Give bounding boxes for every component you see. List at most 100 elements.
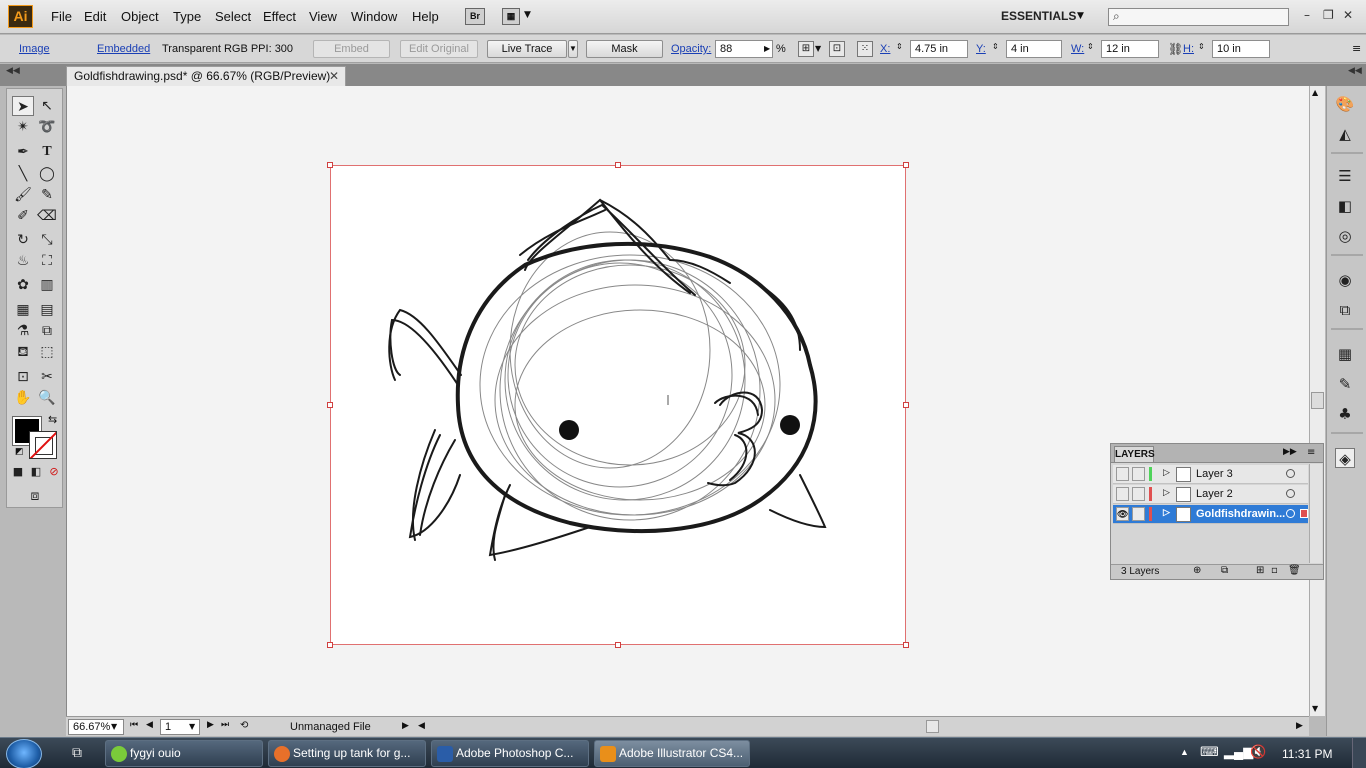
- eye-icon[interactable]: 👁: [1116, 507, 1129, 521]
- network-device-icon[interactable]: ⌨: [1200, 744, 1219, 760]
- layers-scrollbar[interactable]: [1309, 464, 1322, 563]
- h-label[interactable]: H:: [1183, 43, 1194, 55]
- graphic-styles-panel-icon[interactable]: ⧉: [1335, 300, 1355, 320]
- taskbar-item[interactable]: Adobe Photoshop C...: [431, 740, 589, 767]
- transparency-panel-icon[interactable]: ◎: [1335, 226, 1355, 246]
- warp-tool-icon[interactable]: ♨: [12, 251, 34, 271]
- start-button[interactable]: [6, 739, 42, 768]
- menu-window[interactable]: Window: [351, 9, 397, 24]
- delete-layer-icon[interactable]: 🗑: [1288, 565, 1301, 576]
- layers-menu-icon[interactable]: ≡: [1307, 447, 1315, 458]
- x-field[interactable]: 4.75 in: [910, 40, 968, 58]
- layer-row[interactable]: ▷ Layer 2: [1113, 485, 1308, 504]
- layer-name[interactable]: Layer 2: [1196, 488, 1233, 500]
- slice-tool-icon[interactable]: ✂: [36, 367, 58, 387]
- selection-tool-icon[interactable]: ➤: [12, 96, 34, 116]
- show-hidden-icons-icon[interactable]: ▲: [1180, 747, 1189, 757]
- menu-help[interactable]: Help: [412, 9, 439, 24]
- mask-button[interactable]: Mask: [586, 40, 663, 58]
- brushes-panel-icon[interactable]: ✎: [1335, 374, 1355, 394]
- signal-icon[interactable]: ▂▄▆: [1224, 744, 1253, 760]
- live-trace-button[interactable]: Live Trace: [487, 40, 567, 58]
- y-field[interactable]: 4 in: [1006, 40, 1062, 58]
- tools-collapse-icon[interactable]: ◀◀: [6, 66, 20, 76]
- previous-artboard-icon[interactable]: ◀: [146, 720, 153, 730]
- blend-tool-icon[interactable]: ⧉: [36, 321, 58, 341]
- volume-icon[interactable]: 🔇: [1250, 744, 1266, 760]
- stroke-panel-icon[interactable]: ☰: [1335, 166, 1355, 186]
- layers-panel-icon[interactable]: ◈: [1335, 448, 1355, 468]
- align-icon[interactable]: ⊡: [829, 41, 845, 57]
- lock-toggle[interactable]: [1132, 467, 1145, 481]
- bridge-button[interactable]: Br: [465, 8, 485, 25]
- pen-tool-icon[interactable]: ✒: [12, 142, 34, 162]
- vertical-scroll-thumb[interactable]: [1311, 392, 1324, 409]
- magic-wand-tool-icon[interactable]: ✴: [12, 117, 34, 137]
- artboard-tool-icon[interactable]: ⊡: [12, 367, 34, 387]
- layers-tab[interactable]: LAYERS: [1114, 446, 1155, 462]
- pencil-tool-icon[interactable]: ✎: [36, 185, 58, 205]
- gradient-panel-icon[interactable]: ◧: [1335, 196, 1355, 216]
- first-artboard-icon[interactable]: ⏮: [130, 720, 138, 730]
- control-panel-menu-icon[interactable]: ≡: [1352, 42, 1361, 55]
- screen-mode-icon[interactable]: ⧈: [24, 486, 46, 506]
- create-new-layer-icon[interactable]: ▫: [1271, 565, 1278, 576]
- artboard-dropdown-icon[interactable]: ▼: [189, 722, 195, 731]
- arrange-documents-icon[interactable]: ▦: [502, 8, 520, 25]
- restore-button[interactable]: ❐: [1323, 8, 1334, 22]
- selection-handle[interactable]: [327, 642, 333, 648]
- selection-handle[interactable]: [327, 162, 333, 168]
- taskbar-item[interactable]: Setting up tank for g...: [268, 740, 426, 767]
- color-mode-icon[interactable]: ■: [10, 464, 26, 480]
- selection-handle[interactable]: [615, 162, 621, 168]
- version-cue-icon[interactable]: ⟲: [240, 720, 248, 731]
- scroll-down-icon[interactable]: ▼: [1312, 704, 1318, 713]
- locate-object-icon[interactable]: ⊕: [1193, 565, 1201, 576]
- next-artboard-icon[interactable]: ▶: [207, 720, 214, 730]
- make-clipping-mask-icon[interactable]: ⧉: [1221, 565, 1228, 576]
- selection-handle[interactable]: [903, 402, 909, 408]
- hand-tool-icon[interactable]: ✋: [12, 388, 34, 408]
- reference-dropdown-icon[interactable]: ▼: [815, 44, 821, 53]
- menu-effect[interactable]: Effect: [263, 9, 296, 24]
- menu-object[interactable]: Object: [121, 9, 159, 24]
- scroll-left-icon[interactable]: ◀: [418, 721, 425, 731]
- expand-layer-icon[interactable]: ▷: [1163, 507, 1170, 518]
- edit-original-button[interactable]: Edit Original: [400, 40, 478, 58]
- status-menu-icon[interactable]: ▶: [402, 721, 409, 731]
- selection-handle[interactable]: [615, 642, 621, 648]
- menu-edit[interactable]: Edit: [84, 9, 106, 24]
- color-panel-icon[interactable]: 🎨: [1335, 94, 1355, 114]
- taskbar-item-active[interactable]: Adobe Illustrator CS4...: [594, 740, 750, 767]
- layer-row[interactable]: ▷ Layer 3: [1113, 465, 1308, 484]
- swap-fill-stroke-icon[interactable]: ⇆: [48, 413, 57, 426]
- stroke-swatch[interactable]: [29, 431, 57, 459]
- transform-reference-icon[interactable]: ⁙: [857, 41, 873, 57]
- scale-tool-icon[interactable]: ⤡: [36, 230, 58, 250]
- minimize-button[interactable]: –: [1304, 8, 1310, 22]
- direct-selection-tool-icon[interactable]: ↖: [36, 96, 58, 116]
- visibility-toggle[interactable]: [1116, 487, 1129, 501]
- close-document-icon[interactable]: ✕: [329, 67, 339, 85]
- selection-indicator[interactable]: [1300, 509, 1308, 518]
- y-stepper-icon[interactable]: ⇕: [992, 42, 999, 51]
- panel-collapse-icon[interactable]: ▶▶: [1283, 447, 1297, 457]
- layer-target-icon[interactable]: [1286, 469, 1295, 478]
- mesh-tool-icon[interactable]: ▦: [12, 300, 34, 320]
- goldfish-drawing-image[interactable]: [330, 165, 906, 645]
- layer-row-selected[interactable]: 👁 ▷ Goldfishdrawin...: [1113, 505, 1308, 524]
- x-stepper-icon[interactable]: ⇕: [896, 42, 903, 51]
- zoom-tool-icon[interactable]: 🔍: [36, 388, 58, 408]
- w-stepper-icon[interactable]: ⇕: [1087, 42, 1094, 51]
- h-stepper-icon[interactable]: ⇕: [1198, 42, 1205, 51]
- layer-name[interactable]: Layer 3: [1196, 468, 1233, 480]
- live-paint-bucket-tool-icon[interactable]: ⛾: [12, 342, 34, 362]
- help-search-input[interactable]: ⌕: [1108, 8, 1289, 26]
- create-new-sublayer-icon[interactable]: ⊞: [1256, 565, 1264, 576]
- selection-handle[interactable]: [903, 642, 909, 648]
- taskbar-item[interactable]: fygyi ouio: [105, 740, 263, 767]
- lasso-tool-icon[interactable]: ➰: [36, 117, 58, 137]
- scroll-up-icon[interactable]: ▲: [1312, 88, 1318, 97]
- swatches-panel-icon[interactable]: ▦: [1335, 344, 1355, 364]
- menu-view[interactable]: View: [309, 9, 337, 24]
